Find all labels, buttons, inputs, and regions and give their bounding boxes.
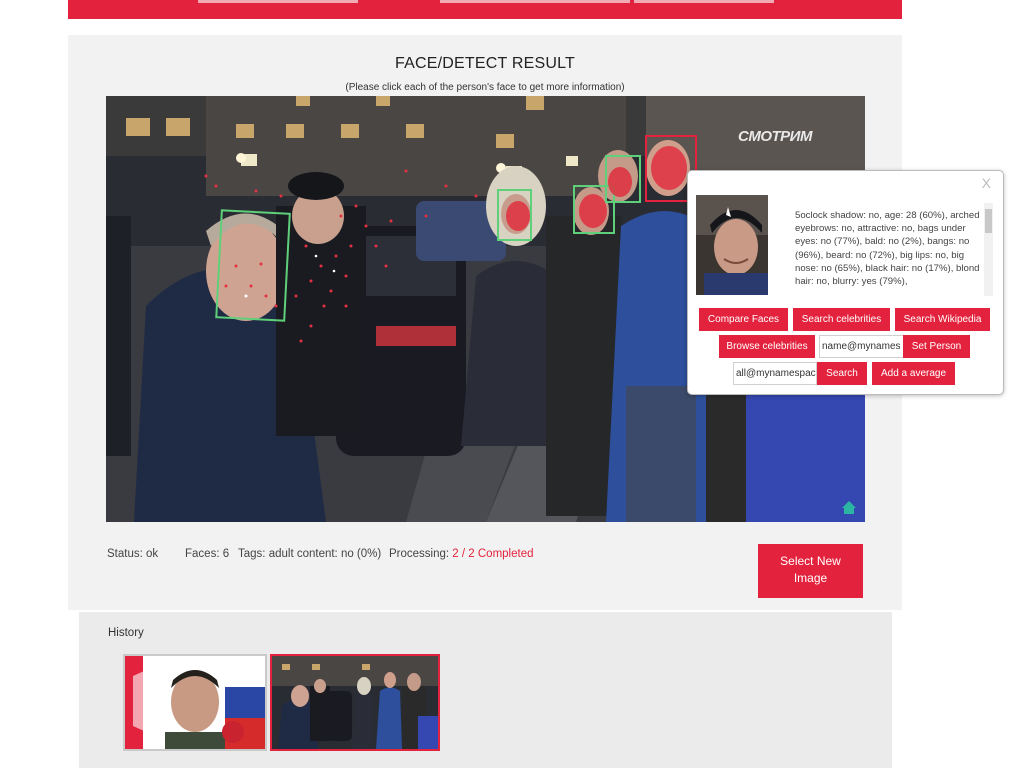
faces-value: 6 [222,548,230,560]
history-thumbnail-selected[interactable] [270,654,440,751]
faces-count: Faces: 6 [185,548,229,560]
status-text: Status: ok [107,548,158,560]
compare-faces-button[interactable]: Compare Faces [699,308,788,331]
tags-label: Tags: [238,548,266,560]
page-subtitle: (Please click each of the person's face … [345,82,625,93]
status-label: Status: [107,548,143,560]
person-name-input[interactable]: name@mynames [819,335,905,358]
tags-text: Tags: adult content: no (0%) [238,548,381,560]
face-detail-popup: X 5oclock shadow: no, age: 28 (60%), arc… [687,170,1004,395]
select-new-image-label-1: Select New [780,554,841,568]
processing-label: Processing: [389,548,450,560]
broadcaster-watermark: СМОТРИМ [738,128,812,145]
face-attributes-text: 5oclock shadow: no, age: 28 (60%), arche… [795,210,980,288]
processing-value: 2 / 2 Completed [452,548,534,560]
history-label: History [108,627,144,639]
namespace-input[interactable]: all@mynamespac [733,362,817,385]
attributes-scrollbar[interactable] [984,203,993,296]
search-celebrities-button[interactable]: Search celebrities [793,308,890,331]
select-new-image-button[interactable]: Select New Image [758,544,863,598]
search-wikipedia-button[interactable]: Search Wikipedia [895,308,990,331]
search-button[interactable]: Search [817,362,867,385]
nav-tab-indicator[interactable] [440,0,630,3]
nav-tab-indicator[interactable] [198,0,358,3]
tags-value: adult content: no (0%) [268,548,382,560]
top-nav-bar [68,0,902,19]
faces-label: Faces: [185,548,220,560]
close-icon[interactable]: X [982,175,991,191]
select-new-image-label-2: Image [793,571,828,585]
page-title: FACE/DETECT RESULT [395,55,575,72]
browse-celebrities-button[interactable]: Browse celebrities [719,335,815,358]
status-value: ok [146,548,159,560]
set-person-button[interactable]: Set Person [903,335,970,358]
history-thumbnail[interactable] [123,654,267,751]
add-average-button[interactable]: Add a average [872,362,955,385]
face-thumbnail [696,195,768,295]
nav-tab-indicator[interactable] [634,0,774,3]
processing-text: Processing: 2 / 2 Completed [389,548,533,560]
